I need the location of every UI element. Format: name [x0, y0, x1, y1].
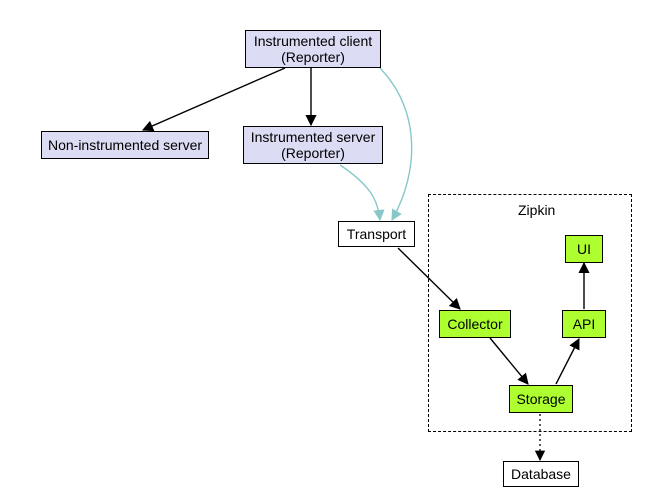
edge-client-to-transport	[380, 68, 412, 220]
group-zipkin-label: Zipkin	[518, 202, 555, 218]
node-instrumented-server: Instrumented server (Reporter)	[243, 126, 383, 164]
edge-instrserver-to-transport	[340, 165, 380, 220]
node-transport: Transport	[338, 221, 415, 247]
node-api: API	[562, 310, 606, 338]
node-non-instrumented-server: Non-instrumented server	[41, 131, 209, 159]
node-database: Database	[503, 461, 579, 487]
node-instrumented-client: Instrumented client (Reporter)	[245, 30, 381, 68]
node-collector: Collector	[439, 310, 511, 338]
node-storage: Storage	[509, 385, 573, 413]
diagram-canvas: Zipkin Instrumented client (Reporter) No…	[0, 0, 661, 504]
node-ui: UI	[565, 235, 603, 263]
edge-client-to-noninstr	[143, 68, 285, 130]
